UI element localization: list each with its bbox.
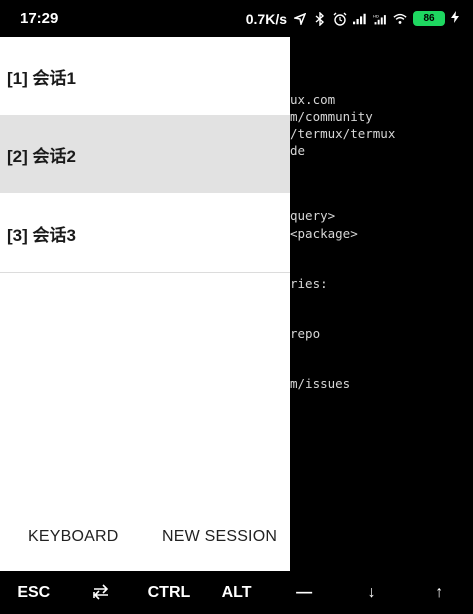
- location-arrow-icon: [293, 12, 307, 26]
- ctrl-key[interactable]: CTRL: [135, 584, 203, 602]
- down-arrow-key[interactable]: ↓: [338, 584, 406, 602]
- keyboard-button[interactable]: KEYBOARD: [28, 528, 119, 546]
- minus-key[interactable]: —: [270, 584, 338, 602]
- session-item-active[interactable]: [2] 会话2: [0, 115, 290, 193]
- signal-icon: [353, 12, 367, 26]
- terminal-line: repo: [290, 326, 321, 341]
- session-item[interactable]: [3] 会话3: [0, 194, 290, 272]
- terminal-line: m/community: [290, 109, 373, 124]
- session-label: [2] 会话2: [7, 146, 76, 166]
- terminal-line: ux.com: [290, 92, 336, 107]
- terminal-line: ries:: [290, 276, 328, 291]
- terminal-line: de: [290, 143, 306, 158]
- drawer-divider: [0, 272, 290, 273]
- status-time: 17:29: [20, 10, 59, 27]
- terminal-line: query>: [290, 208, 336, 223]
- session-drawer: [1] 会话1 [2] 会话2 [3] 会话3 KEYBOARD NEW SES…: [0, 37, 290, 571]
- battery-icon: 86: [413, 11, 445, 26]
- alt-key[interactable]: ALT: [203, 584, 271, 602]
- network-speed: 0.7K/s: [245, 10, 287, 27]
- session-label: [3] 会话3: [7, 225, 76, 245]
- svg-text:HD: HD: [373, 13, 379, 18]
- bluetooth-icon: [313, 11, 327, 26]
- charging-icon: [451, 11, 459, 26]
- terminal-line: m/issues: [290, 376, 351, 391]
- alarm-icon: [333, 12, 347, 26]
- session-item[interactable]: [1] 会话1: [0, 37, 290, 115]
- terminal-line: <package>: [290, 226, 358, 241]
- terminal-line: /termux/termux: [290, 126, 396, 141]
- tab-key[interactable]: [68, 584, 136, 602]
- status-bar: 17:29 0.7K/s HD 86: [0, 0, 473, 37]
- hd-signal-icon: HD: [373, 12, 387, 26]
- wifi-icon: [393, 12, 407, 26]
- status-icons: 0.7K/s HD 86: [246, 11, 459, 27]
- tab-arrows-icon: [92, 584, 110, 601]
- up-arrow-key[interactable]: ↑: [405, 584, 473, 602]
- esc-key[interactable]: ESC: [0, 584, 68, 602]
- new-session-button[interactable]: NEW SESSION: [162, 528, 277, 546]
- session-label: [1] 会话1: [7, 68, 76, 88]
- extra-keys-bar: ESC CTRL ALT — ↓ ↑: [0, 571, 473, 614]
